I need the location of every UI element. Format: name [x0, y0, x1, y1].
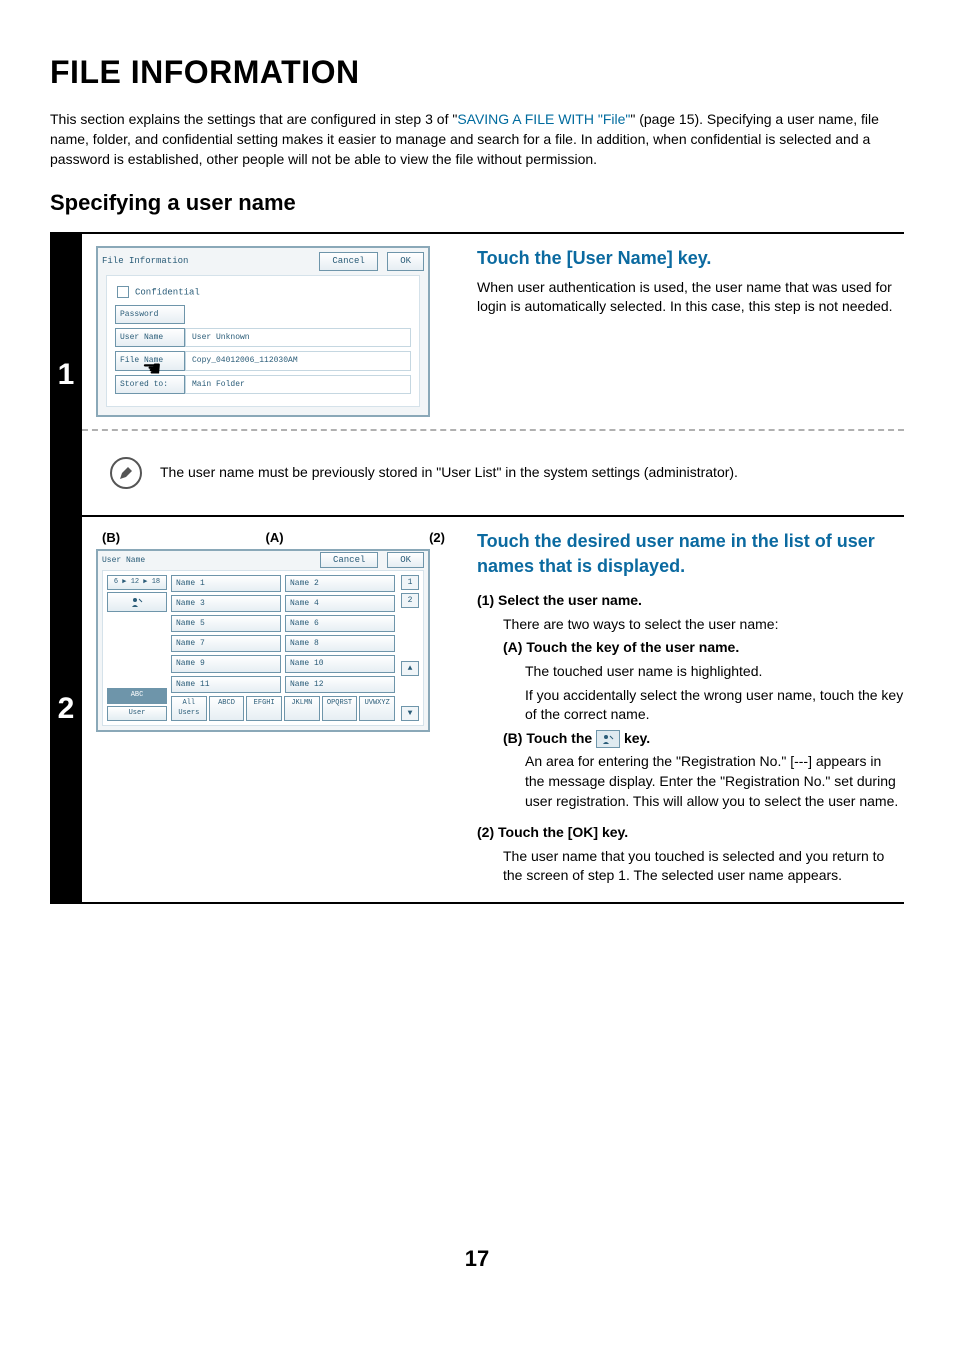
name-key[interactable]: Name 8 [285, 635, 395, 652]
scroll-up-icon[interactable]: ▲ [401, 661, 419, 676]
pointer-hand-icon: ☚ [142, 354, 162, 385]
page-number: 17 [50, 1244, 904, 1275]
link-saving-file[interactable]: SAVING A FILE WITH "File" [457, 111, 630, 127]
name-key[interactable]: Name 5 [171, 615, 281, 632]
ok-button[interactable]: OK [387, 252, 424, 271]
name-key[interactable]: Name 10 [285, 655, 395, 672]
user-name-key[interactable]: User Name [115, 328, 185, 347]
substep-1-lead: There are two ways to select the user na… [503, 615, 904, 635]
name-key[interactable]: Name 1 [171, 575, 281, 592]
name-key[interactable]: Name 6 [285, 615, 395, 632]
cancel-button[interactable]: Cancel [320, 552, 378, 568]
step1-note: The user name must be previously stored … [160, 463, 738, 483]
subtitle: Specifying a user name [50, 188, 904, 219]
scroll-down-icon[interactable]: ▼ [401, 706, 419, 721]
step1-text: When user authentication is used, the us… [477, 278, 904, 317]
page-indicator: 1 [401, 575, 419, 590]
intro-text: This section explains the settings that … [50, 109, 904, 170]
ok-button[interactable]: OK [387, 552, 424, 568]
name-key[interactable]: Name 4 [285, 595, 395, 612]
opt-b-body: An area for entering the "Registration N… [525, 752, 904, 811]
step1-heading: Touch the [User Name] key. [477, 246, 904, 271]
substep-1-title: (1) Select the user name. [477, 591, 904, 611]
step-number-1: 1 [50, 233, 82, 515]
step-number-2: 2 [50, 516, 82, 903]
name-key[interactable]: Name 9 [171, 655, 281, 672]
callout-markers: (B) (A) (2) [96, 529, 451, 549]
opt-a-l2: If you accidentally select the wrong use… [525, 686, 904, 725]
stored-to-value: Main Folder [185, 375, 411, 394]
abc-tab[interactable]: ABC [107, 688, 167, 704]
name-key[interactable]: Name 3 [171, 595, 281, 612]
page-indicator: 2 [401, 593, 419, 608]
confidential-checkbox[interactable]: Confidential [117, 286, 411, 299]
password-key[interactable]: Password [115, 305, 185, 324]
side-range[interactable]: 6 ▶ 12 ▶ 18 [107, 575, 167, 591]
panel1-title: File Information [102, 255, 188, 268]
name-key[interactable]: Name 7 [171, 635, 281, 652]
alpha-tab[interactable]: ABCD [209, 696, 245, 722]
name-key[interactable]: Name 12 [285, 676, 395, 693]
alpha-tab[interactable]: JKLMN [284, 696, 320, 722]
alpha-tab[interactable]: All Users [171, 696, 207, 722]
alpha-tab[interactable]: UVWXYZ [359, 696, 395, 722]
page-title: FILE INFORMATION [50, 50, 904, 95]
file-info-panel: File Information Cancel OK Confidential … [96, 246, 430, 416]
cancel-button[interactable]: Cancel [319, 252, 377, 271]
name-key[interactable]: Name 11 [171, 676, 281, 693]
name-key[interactable]: Name 2 [285, 575, 395, 592]
registration-key[interactable] [107, 592, 167, 612]
alpha-tab[interactable]: OPQRST [322, 696, 358, 722]
opt-a-l1: The touched user name is highlighted. [525, 662, 904, 682]
substep-2-body: The user name that you touched is select… [503, 847, 904, 886]
alpha-tab[interactable]: EFGHI [246, 696, 282, 722]
file-name-value: Copy_04012006_112030AM [185, 351, 411, 370]
note-pencil-icon [110, 457, 142, 489]
user-name-panel: User Name Cancel OK 6 ▶ 12 ▶ 18 [96, 549, 430, 732]
user-tab[interactable]: User [107, 706, 167, 722]
substep-2-title: (2) Touch the [OK] key. [477, 823, 904, 843]
step2-heading: Touch the desired user name in the list … [477, 529, 904, 579]
person-key-icon [596, 730, 620, 748]
opt-a-head: (A) Touch the key of the user name. [503, 639, 739, 655]
panel2-title: User Name [102, 555, 145, 566]
user-name-value: User Unknown [185, 328, 411, 347]
